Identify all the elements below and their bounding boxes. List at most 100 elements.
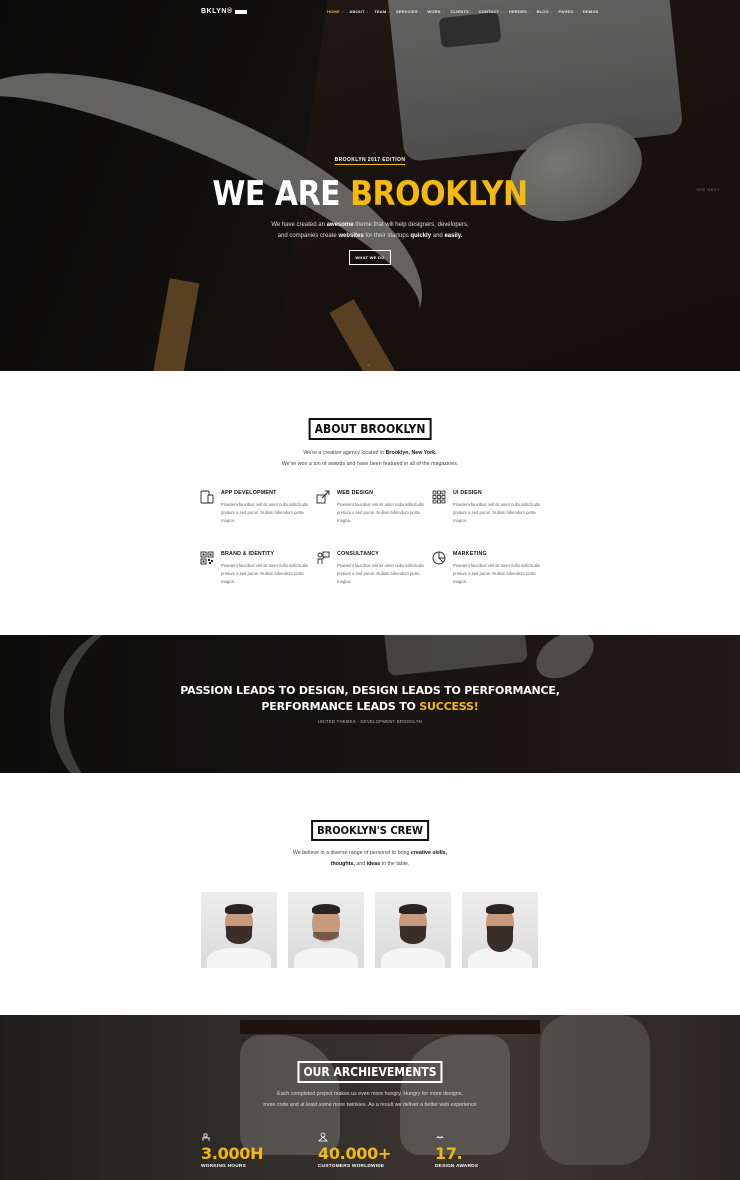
nav-item-home[interactable]: HOME • [327,9,343,14]
stat-value: 3.000H [201,1144,264,1163]
nav-item-work[interactable]: WORK • [427,9,444,14]
grid-icon [432,490,446,504]
crew-bold: ideas [366,861,381,867]
nav-separator-dot: • [470,9,473,14]
crew-member-photo[interactable] [462,892,538,968]
desk-icon [202,1133,210,1141]
hero-title-highlight: BROOKLYN [350,174,528,214]
nav-separator-dot: • [341,9,344,14]
nav-item-demos[interactable]: DEMOS [583,9,599,14]
service-title: BRAND & IDENTITY [221,551,275,557]
see-next-label[interactable]: SEE NEXT [696,187,720,192]
hero-sub-text: and [431,233,445,239]
achievements-section: OUR ARCHIEVEMENTS Each completed project… [0,1015,740,1180]
service-text: Praesent faucibus nisl sit amet nulla so… [453,502,541,523]
stat-value: 40.000+ [318,1144,392,1163]
quote-line: PERFORMANCE LEADS TO [261,700,420,713]
hero-section: BKLYN ® HOME • ABOUT • TEAM • SERVICES • WORK… [0,0,740,371]
service-title: MARKETING [453,551,487,557]
globe-user-icon [318,1132,328,1142]
nav-item-pages[interactable]: PAGES • [559,9,577,14]
nav-separator-dot: • [550,9,553,14]
service-text: Praesent faucibus nisl sit amet nulla so… [337,502,425,523]
hero-sub-text: for their startups [363,233,411,239]
nav-item-label: PAGES [558,9,574,14]
hero-sub-bold: awesome [326,222,354,228]
service-consultancy: CONSULTANCY Praesent faucibus nisl sit a… [316,550,432,593]
hero-sub-text: theme that will help designers, develope… [353,222,469,228]
nav-item-label: WORK [427,9,441,14]
what-we-do-button[interactable]: WHAT WE DO [349,250,391,265]
quote-highlight: SUCCESS! [419,700,479,713]
achievements-description: Each completed project makes us even mor… [0,1089,740,1111]
achievement-stats: 3.000H WORKING HOURS 40.000+ CUSTOMERS W… [201,1132,552,1169]
crew-title: BROOKLYN'S CREW [311,820,429,841]
hero-title-plain: WE ARE [212,174,351,214]
service-text: Praesent faucibus nisl sit amet nulla so… [453,563,541,584]
nav-item-label: SERVICES [396,9,418,14]
crew-member-photo[interactable] [288,892,364,968]
qr-code-icon [200,551,214,565]
brand-logo[interactable]: BKLYN ® [201,8,247,15]
crew-member-photo[interactable] [201,892,277,968]
stat-label: WORKING HOURS [201,1164,246,1169]
nav-separator-dot: • [442,9,445,14]
service-marketing: MARKETING Praesent faucibus nisl sit ame… [432,550,548,593]
nav-item-team[interactable]: TEAM • [374,9,390,14]
crew-text: to the table. [380,861,410,867]
service-ui-design: UI DESIGN Praesent faucibus nisl sit ame… [432,489,548,532]
about-text: We've won a ton of awards and have been … [281,461,459,467]
member-shirt [381,948,445,968]
crew-description: We believe in a diverse range of persone… [0,848,740,870]
member-hair [225,904,253,914]
service-title: WEB DESIGN [337,490,374,496]
about-description: We're a creative agency located in Brook… [0,448,740,470]
hero-title: WE ARE BROOKLYN [44,174,695,214]
nav-separator-dot: • [366,9,369,14]
achievements-title: OUR ARCHIEVEMENTS [297,1061,443,1083]
service-text: Praesent faucibus nisl sit amet nulla so… [221,502,309,523]
stat-label: CUSTOMERS WORLDWIDE [318,1164,385,1169]
stat-label: DESIGN AWARDS [435,1164,479,1169]
hero-edition-label: BROOKLYN 2017 EDITION [334,157,406,165]
stat-working-hours: 3.000H WORKING HOURS [201,1132,318,1169]
stat-value: 17. [435,1144,463,1163]
nav-item-blog[interactable]: BLOG • [537,9,553,14]
member-shirt [207,948,271,968]
chevron-down-icon[interactable]: ⌄ [366,360,372,368]
crew-section: BROOKLYN'S CREW We believe in a diverse … [0,773,740,1015]
nav-separator-dot: • [501,9,503,14]
crew-member-photo[interactable] [375,892,451,968]
service-title: APP DEVELOPMENT [221,490,277,496]
service-title: CONSULTANCY [337,551,380,557]
nav-separator-dot: • [575,9,577,14]
member-hair [399,904,427,914]
main-navigation: BKLYN ® HOME • ABOUT • TEAM • SERVICES • WORK… [0,8,740,20]
member-beard [400,926,426,944]
hero-content: BROOKLYN 2017 EDITION WE ARE BROOKLYN We… [0,148,740,265]
service-text: Praesent faucibus nisl sit amet nulla so… [337,563,425,584]
hero-subtitle: We have created an awesome theme that wi… [0,220,740,242]
member-beard [487,926,513,952]
hero-sub-text: and companies create [277,233,339,239]
nav-item-heroes[interactable]: HEROES • [509,9,531,14]
nav-item-services[interactable]: SERVICES • [396,9,421,14]
crew-text: and [354,861,367,867]
hero-sub-bold: websites [338,233,364,239]
nav-item-about[interactable]: ABOUT • [349,9,368,14]
presenter-icon [317,551,330,564]
service-brand-identity: BRAND & IDENTITY Praesent faucibus nisl … [200,550,316,593]
nav-menu: HOME • ABOUT • TEAM • SERVICES • WORK • CLIEN… [327,9,605,14]
nav-item-contact[interactable]: CONTACT • [479,9,503,14]
about-title: ABOUT BROOKLYN [308,418,432,440]
nav-item-label: ABOUT [349,9,365,14]
crew-members [201,892,538,968]
nav-item-label: TEAM [374,9,387,14]
page: BKLYN ® HOME • ABOUT • TEAM • SERVICES • WORK… [0,0,740,1180]
ach-text: Each completed project makes us even mor… [277,1091,463,1097]
crew-bold: thoughts, [330,861,355,867]
service-app-development: APP DEVELOPMENT Praesent faucibus nisl s… [200,489,316,532]
nav-item-clients[interactable]: CLIENTS • [450,9,472,14]
nav-item-label: CONTACT [478,9,500,14]
pie-chart-icon [432,551,446,565]
